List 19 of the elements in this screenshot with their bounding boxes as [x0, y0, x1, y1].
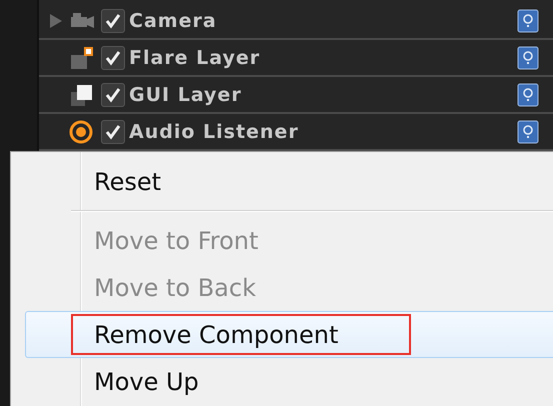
checkbox[interactable]	[101, 120, 125, 144]
help-icon[interactable]	[517, 120, 539, 144]
component-name: Audio Listener	[129, 120, 300, 142]
component-row[interactable]: GUI Layer	[39, 77, 553, 114]
help-icon[interactable]	[517, 46, 539, 70]
component-name: Flare Layer	[129, 46, 262, 68]
expand-arrow-icon[interactable]	[49, 14, 63, 28]
component-row[interactable]: Camera	[39, 3, 553, 40]
component-name: Camera	[129, 10, 218, 32]
menu-item[interactable]: Remove Component	[25, 311, 553, 358]
checkbox[interactable]	[101, 46, 125, 70]
help-icon[interactable]	[517, 8, 539, 32]
component-row[interactable]: Flare Layer	[39, 40, 553, 77]
checkbox[interactable]	[101, 8, 125, 32]
checkbox[interactable]	[101, 82, 125, 106]
menu-item[interactable]: Reset	[25, 158, 553, 205]
component-name: GUI Layer	[129, 84, 243, 106]
menu-item[interactable]: Move Up	[25, 358, 553, 405]
help-icon[interactable]	[517, 82, 539, 106]
